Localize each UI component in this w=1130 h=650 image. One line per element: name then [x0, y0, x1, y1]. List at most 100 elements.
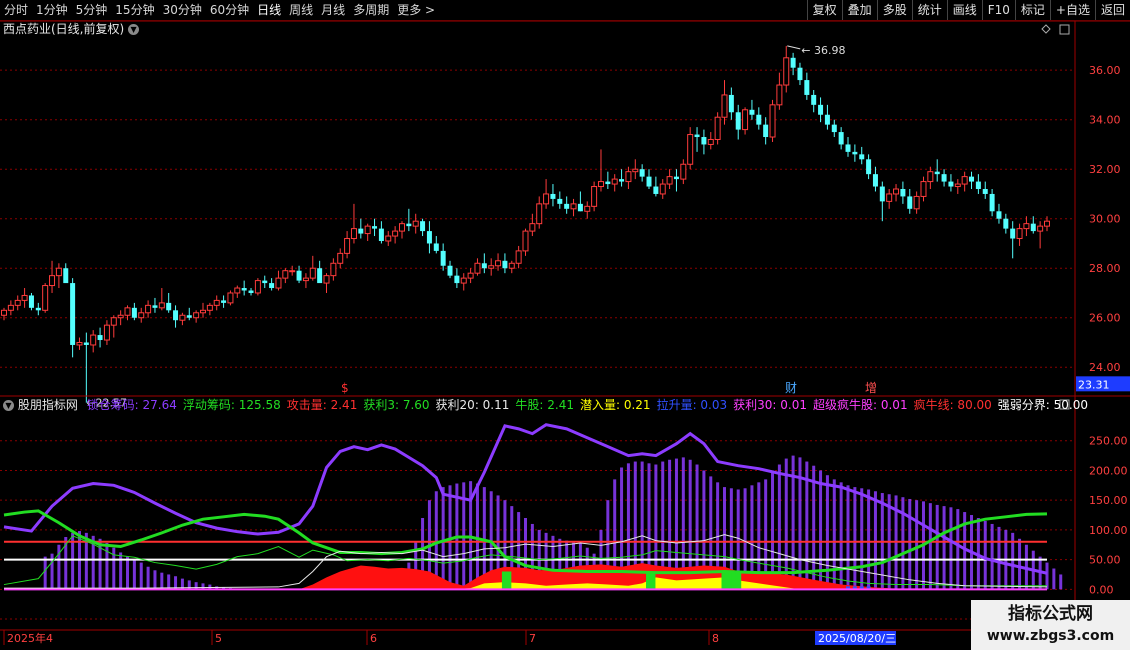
candle-body-down	[1030, 223, 1036, 232]
candle-body-up	[275, 277, 282, 289]
candle-body-down	[673, 176, 679, 180]
candle-body-up	[543, 193, 550, 205]
chart-svg[interactable]: 36.00 34.00 32.00 30.00 28.00 26.00 24.00 ← 36.…	[0, 0, 1130, 650]
candle-body-down	[440, 250, 446, 266]
attack-volume-bar	[194, 582, 198, 590]
candle-body-down	[28, 295, 34, 308]
candle-body-up	[7, 304, 14, 311]
candle-body-up	[412, 220, 419, 227]
candle-body-down	[166, 302, 172, 311]
candle-body-up	[1023, 223, 1030, 230]
candle-body-up	[1037, 225, 1044, 232]
candle-body-up	[954, 183, 961, 188]
candle-body-up	[110, 317, 117, 326]
candle-body-up	[584, 205, 591, 212]
candle-body-up	[961, 176, 968, 185]
candle-body-up	[515, 250, 522, 264]
candle-body-up	[570, 203, 577, 210]
attack-volume-bar	[997, 526, 1001, 590]
attack-volume-bar	[1059, 574, 1063, 590]
watermark-url: www.zbgs3.com	[986, 628, 1115, 644]
attack-volume-bar	[873, 491, 877, 590]
candle-body-down	[262, 280, 268, 284]
candle-body-up	[666, 176, 673, 185]
candle-body-up	[103, 324, 110, 341]
attack-volume-bar	[928, 503, 932, 590]
candle-body-up	[920, 181, 927, 197]
candle-body-down	[756, 114, 762, 125]
candle-body-down	[152, 305, 158, 308]
chevron-down-icon[interactable]: ▼	[3, 400, 14, 411]
attack-volume-bar	[839, 482, 843, 590]
legend-item-11: 强弱分界: 50.00	[997, 398, 1089, 412]
candle-body-down	[317, 268, 323, 284]
candle-body-up	[927, 171, 934, 183]
candle-body-down	[241, 288, 247, 291]
candle-body-down	[605, 181, 611, 185]
candle-body-down	[502, 260, 508, 269]
candle-body-down	[63, 268, 69, 284]
price-labels: 36.00 34.00 32.00 30.00 28.00 26.00 24.00 ← 36.…	[86, 44, 1130, 410]
candle-body-down	[426, 231, 432, 244]
price-tick-label: 32.00	[1089, 163, 1121, 176]
candle-body-up	[213, 299, 220, 306]
attack-volume-bar	[860, 488, 864, 590]
candle-body-up	[488, 265, 495, 269]
attack-volume-bar	[825, 475, 829, 590]
candle-body-down	[852, 151, 858, 155]
candle-body-down	[866, 159, 872, 175]
candle-body-up	[364, 225, 371, 235]
high-price-label: ← 36.98	[801, 44, 845, 57]
watermark-title: 指标公式网	[1008, 604, 1093, 624]
attack-volume-bar	[935, 504, 939, 590]
candle-body-down	[131, 307, 137, 318]
candle-body-down	[221, 300, 227, 303]
candle-body-down	[97, 335, 103, 341]
candle-body-down	[824, 114, 830, 125]
attack-volume-bar	[915, 500, 919, 590]
attack-volume-bar	[990, 523, 994, 590]
candle-body-up	[398, 223, 405, 232]
candle-body-up	[234, 287, 241, 294]
panel-frame	[0, 20, 1130, 630]
indicator-areas	[299, 563, 910, 590]
candle-body-up	[193, 312, 200, 319]
candle-body-up	[302, 277, 309, 282]
attack-volume-bar	[949, 507, 953, 590]
candle-body-down	[982, 189, 988, 194]
candle-body-up	[76, 341, 83, 346]
candle-body-up	[625, 171, 632, 183]
candle-body-down	[83, 342, 89, 345]
legend-item-7: 拉升量: 0.03	[656, 398, 728, 412]
candle-body-down	[420, 221, 426, 232]
candles-group	[1, 45, 1050, 403]
candle-body-down	[872, 174, 878, 187]
candle-body-down	[454, 275, 460, 284]
candle-body-up	[254, 280, 261, 294]
candle-body-down	[735, 112, 741, 130]
high-arrow	[787, 45, 801, 50]
candle-body-down	[173, 310, 179, 321]
attack-volume-bar	[146, 566, 150, 590]
candle-body-down	[378, 228, 384, 241]
time-label-3: 7	[529, 632, 536, 645]
candle-body-down	[653, 186, 659, 194]
candle-body-up	[769, 104, 776, 138]
legend-item-2: 攻击量: 2.41	[286, 398, 358, 412]
candle-body-down	[372, 226, 378, 229]
candle-body-down	[646, 176, 652, 187]
candle-body-down	[557, 198, 563, 204]
candle-body-down	[447, 265, 453, 276]
candle-body-down	[577, 203, 583, 212]
indicator-grid	[0, 440, 1075, 620]
indicator-legend: ▼ 股朋指标网 锁仓筹码: 27.64 浮动筹码: 125.58 攻击量: 2.41…	[3, 397, 1094, 413]
indicator-tick-label: 50.00	[1089, 554, 1121, 567]
price-tick-label: 26.00	[1089, 312, 1121, 325]
candle-body-down	[900, 189, 906, 197]
attack-volume-bar	[57, 544, 61, 590]
event-marker-0: 财	[785, 381, 797, 395]
candle-body-up	[330, 262, 337, 277]
candle-body-down	[907, 196, 913, 209]
candle-body-up	[714, 116, 721, 140]
candle-body-down	[879, 186, 885, 202]
